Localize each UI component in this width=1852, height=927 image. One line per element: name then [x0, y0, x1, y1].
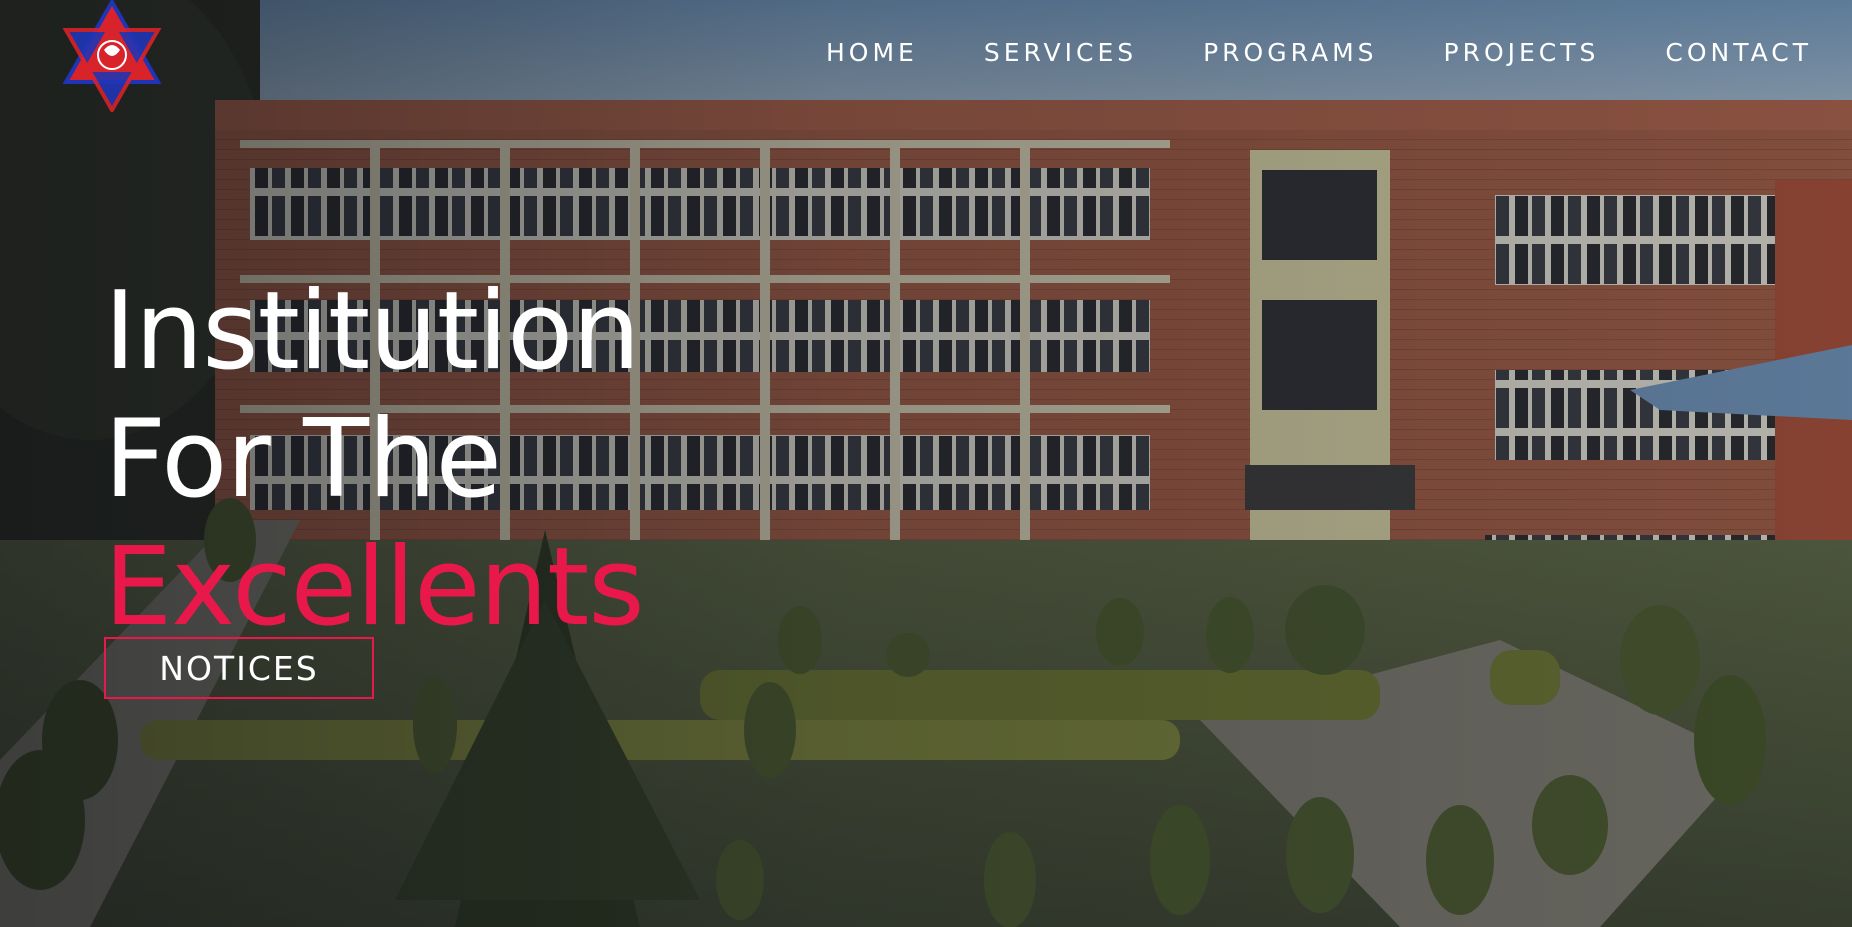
hero-headline: Institution For The Excellents [104, 268, 645, 652]
nav-contact-link[interactable]: CONTACT [1665, 38, 1812, 67]
main-navigation: HOME SERVICES PROGRAMS PROJECTS CONTACT [826, 38, 1812, 67]
nav-home-link[interactable]: HOME [826, 38, 918, 67]
nav-programs-link[interactable]: PROGRAMS [1203, 38, 1377, 67]
headline-line-1: Institution [104, 269, 641, 394]
nav-projects-link[interactable]: PROJECTS [1444, 38, 1600, 67]
notices-button[interactable]: NOTICES [104, 637, 374, 699]
headline-accent-line: Excellents [104, 525, 645, 650]
nav-services-link[interactable]: SERVICES [984, 38, 1137, 67]
university-emblem-icon[interactable] [62, 0, 162, 115]
headline-line-2: For The [104, 397, 502, 522]
